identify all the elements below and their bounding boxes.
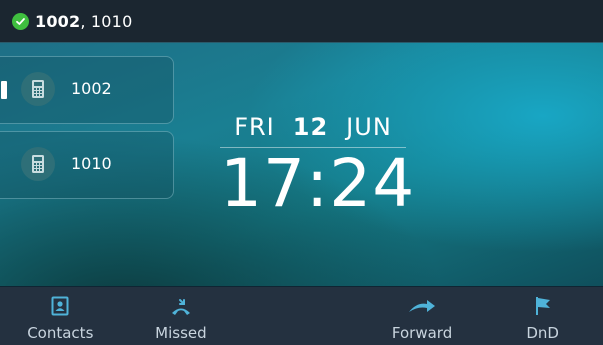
status-bar: 1002, 1010: [0, 0, 603, 43]
missed-softkey[interactable]: Missed: [121, 287, 242, 345]
softkey-label: DnD: [526, 324, 559, 342]
contacts-book-icon: [51, 295, 69, 317]
deskphone-icon: [21, 72, 55, 106]
softkey-label: Missed: [155, 324, 207, 342]
line-label: 1002: [71, 79, 112, 98]
line-label: 1010: [71, 154, 112, 173]
forward-softkey[interactable]: Forward: [362, 287, 483, 345]
idle-screen: 1002 1010 FRI 12 JUN 17:24: [0, 43, 603, 286]
deskphone-icon: [21, 147, 55, 181]
line-key-1002[interactable]: 1002: [0, 56, 174, 124]
time-display: 17:24: [220, 145, 416, 222]
softkey-bar: Contacts Missed Forward DnD: [0, 287, 603, 345]
other-line-number: 1010: [85, 11, 133, 31]
softkey-label: Contacts: [27, 324, 94, 342]
primary-line-number: 1002: [35, 11, 81, 31]
registered-lines: 1002, 1010: [35, 12, 132, 31]
contacts-softkey[interactable]: Contacts: [0, 287, 121, 345]
active-line-indicator: [1, 81, 7, 99]
flag-icon: [534, 295, 552, 317]
empty-softkey: [241, 287, 362, 345]
missed-call-icon: [170, 295, 192, 317]
date-display: FRI 12 JUN: [220, 113, 406, 148]
softkey-label: Forward: [391, 324, 453, 342]
day-of-month: 12: [292, 113, 329, 141]
forward-arrow-icon: [407, 295, 437, 317]
check-circle-icon: [12, 12, 29, 30]
dnd-softkey[interactable]: DnD: [482, 287, 603, 345]
month: JUN: [346, 113, 392, 141]
line-key-1010[interactable]: 1010: [0, 131, 174, 199]
weekday: FRI: [234, 113, 275, 141]
